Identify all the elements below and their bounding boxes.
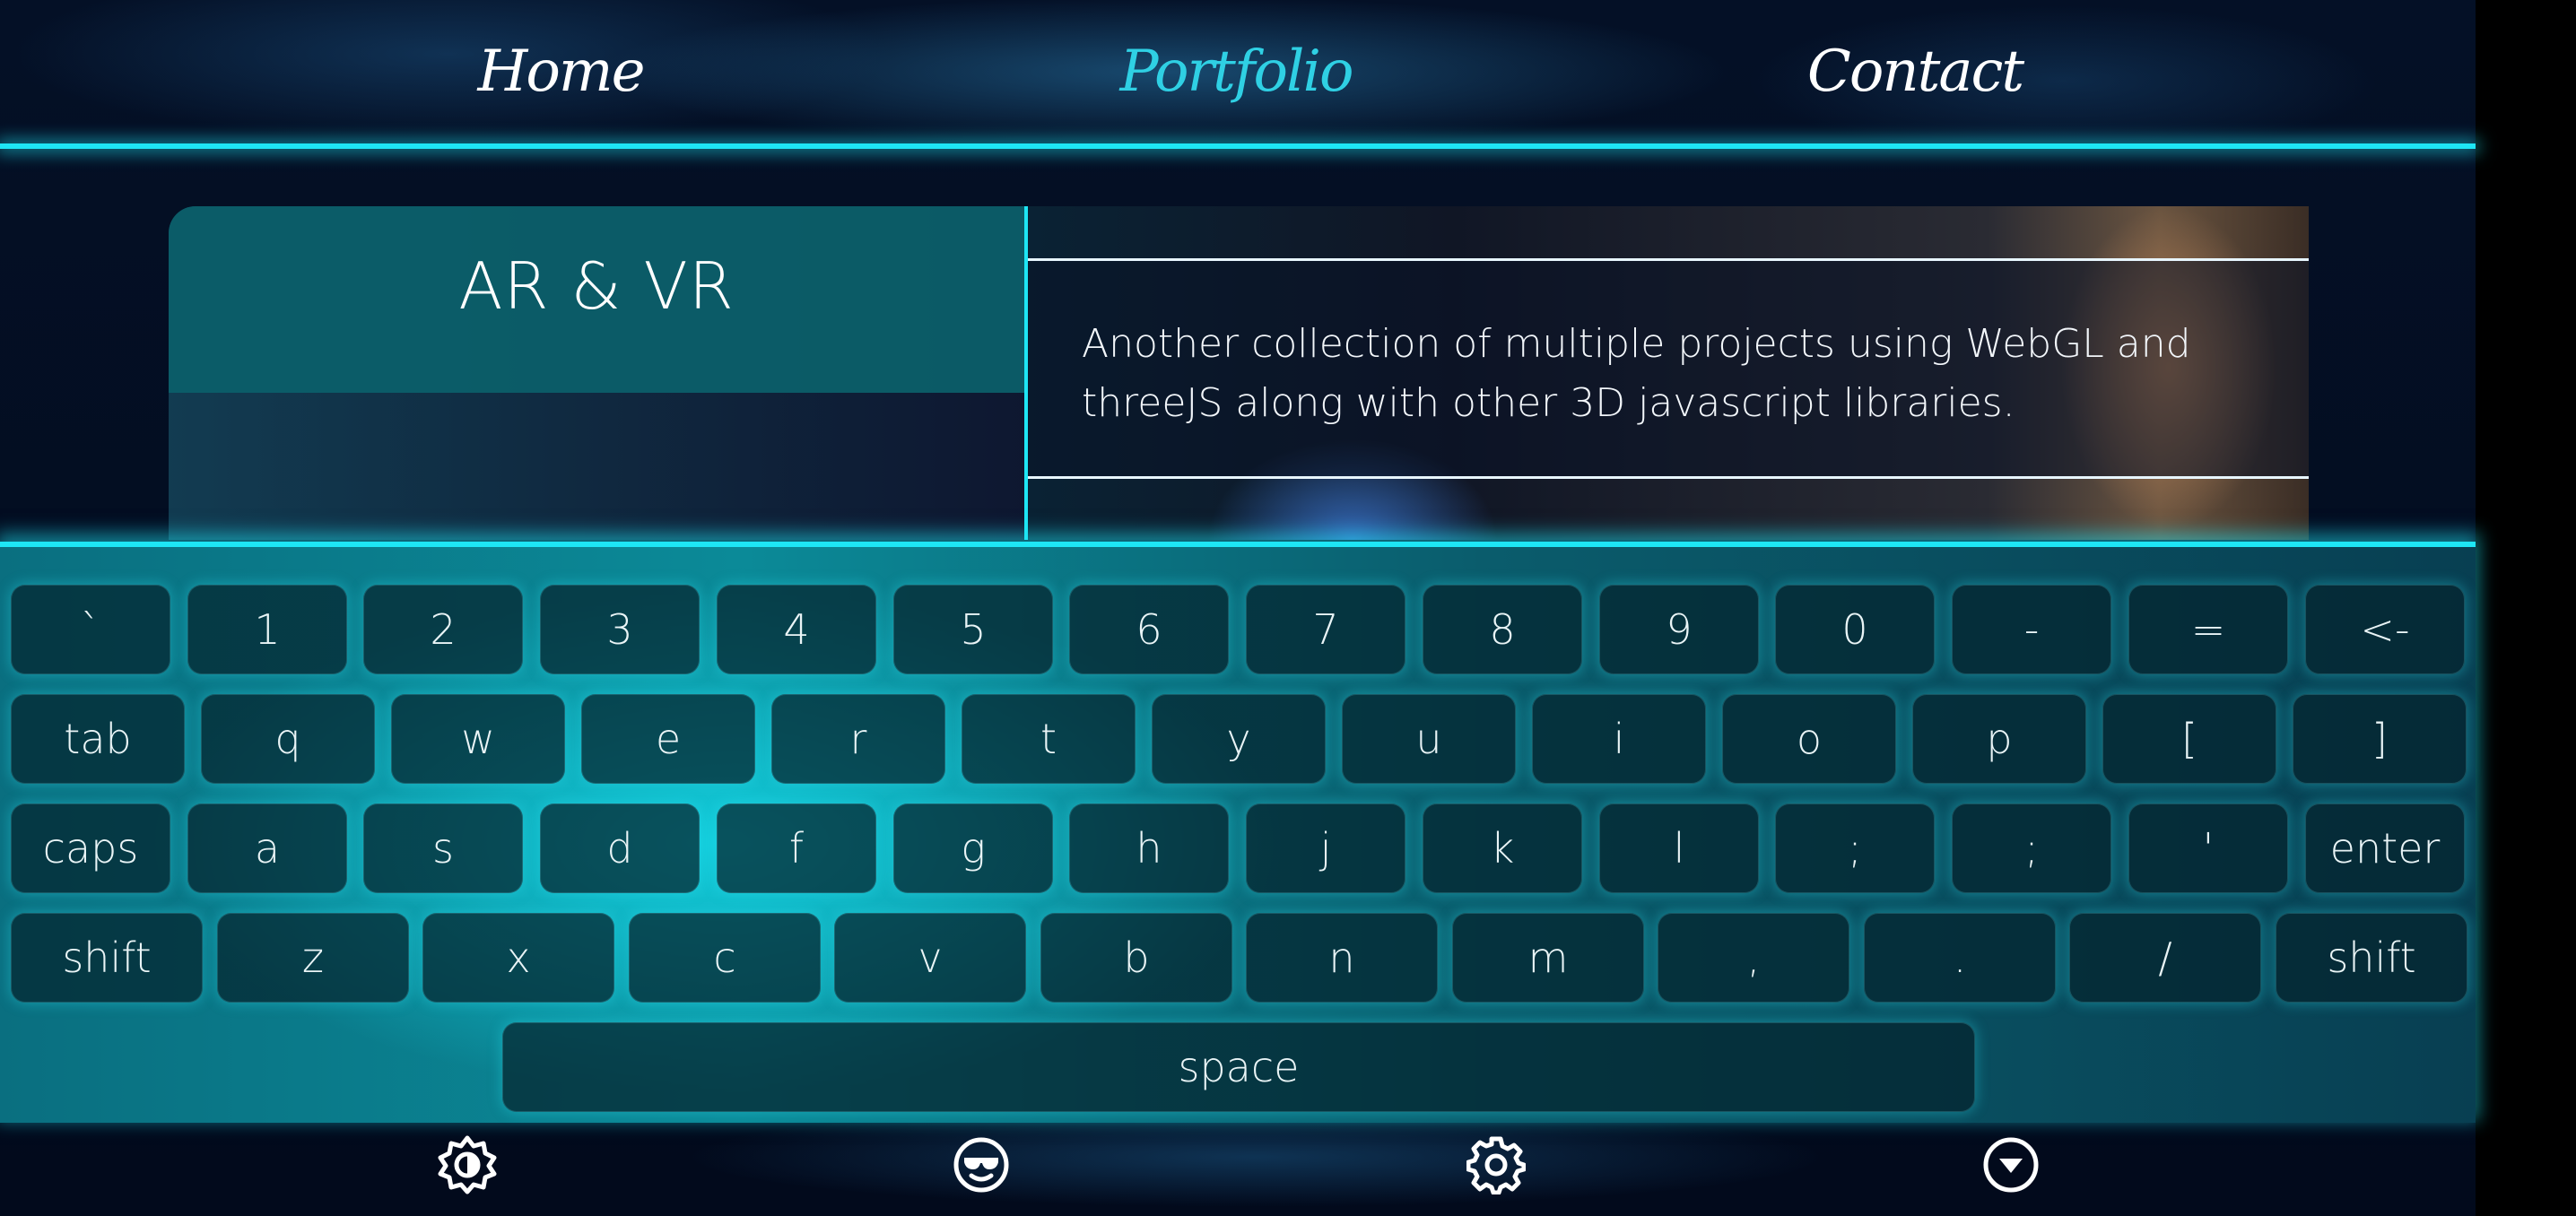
key-e[interactable]: e — [581, 694, 755, 784]
key-m[interactable]: m — [1452, 913, 1644, 1003]
collapse-keyboard-icon[interactable] — [1978, 1132, 2044, 1198]
key-i[interactable]: i — [1532, 694, 1706, 784]
portfolio-card[interactable]: AR & VR Another collection of multiple p… — [169, 206, 2309, 540]
card-image-panel — [169, 393, 1024, 540]
key-u[interactable]: u — [1342, 694, 1516, 784]
key-w[interactable]: w — [391, 694, 565, 784]
key-l[interactable]: l — [1599, 803, 1759, 893]
card-description: Another collection of multiple projects … — [1082, 321, 2191, 426]
keyboard-row-5: space — [0, 1022, 2476, 1112]
key-f[interactable]: f — [717, 803, 876, 893]
key-8[interactable]: 8 — [1423, 585, 1582, 674]
sunglasses-emoji-icon[interactable] — [948, 1132, 1014, 1198]
brightness-icon[interactable] — [434, 1132, 500, 1198]
key-backtick[interactable]: ` — [11, 585, 170, 674]
keyboard-row-4: shift z x c v b n m , . / shift — [0, 913, 2476, 1003]
key-d[interactable]: d — [540, 803, 700, 893]
key-h[interactable]: h — [1069, 803, 1229, 893]
key-4[interactable]: 4 — [717, 585, 876, 674]
key-left-bracket[interactable]: [ — [2102, 694, 2276, 784]
key-v[interactable]: v — [834, 913, 1026, 1003]
key-shift-right[interactable]: shift — [2276, 913, 2467, 1003]
keyboard-row-3: caps a s d f g h j k l ; ; ' enter — [0, 803, 2476, 893]
key-k[interactable]: k — [1423, 803, 1582, 893]
key-z[interactable]: z — [217, 913, 409, 1003]
key-q[interactable]: q — [201, 694, 375, 784]
key-tab[interactable]: tab — [11, 694, 185, 784]
card-title-panel: AR & VR — [169, 206, 1024, 393]
key-j[interactable]: j — [1246, 803, 1405, 893]
key-0[interactable]: 0 — [1775, 585, 1935, 674]
settings-gear-icon[interactable] — [1463, 1132, 1529, 1198]
key-semicolon-2[interactable]: ; — [1952, 803, 2111, 893]
card-title: AR & VR — [458, 248, 735, 324]
key-9[interactable]: 9 — [1599, 585, 1759, 674]
nav-link-portfolio[interactable]: Portfolio — [1101, 18, 1371, 126]
key-backspace[interactable]: <- — [2305, 585, 2465, 674]
key-x[interactable]: x — [422, 913, 614, 1003]
key-slash[interactable]: / — [2069, 913, 2261, 1003]
key-period[interactable]: . — [1864, 913, 2056, 1003]
key-t[interactable]: t — [962, 694, 1136, 784]
key-comma[interactable]: , — [1658, 913, 1849, 1003]
key-minus[interactable]: - — [1952, 585, 2111, 674]
key-n[interactable]: n — [1246, 913, 1438, 1003]
key-p[interactable]: p — [1912, 694, 2086, 784]
key-3[interactable]: 3 — [540, 585, 700, 674]
keyboard-row-2: tab q w e r t y u i o p [ ] — [0, 694, 2476, 784]
key-y[interactable]: y — [1152, 694, 1326, 784]
key-a[interactable]: a — [187, 803, 347, 893]
key-shift-left[interactable]: shift — [11, 913, 203, 1003]
key-equals[interactable]: = — [2128, 585, 2288, 674]
key-7[interactable]: 7 — [1246, 585, 1405, 674]
nav-divider — [0, 143, 2476, 149]
key-r[interactable]: r — [771, 694, 945, 784]
key-2[interactable]: 2 — [363, 585, 523, 674]
key-1[interactable]: 1 — [187, 585, 347, 674]
key-right-bracket[interactable]: ] — [2293, 694, 2467, 784]
key-b[interactable]: b — [1040, 913, 1232, 1003]
key-caps[interactable]: caps — [11, 803, 170, 893]
nav-link-contact[interactable]: Contact — [1780, 18, 2049, 126]
virtual-keyboard: ` 1 2 3 4 5 6 7 8 9 0 - = <- tab q w e r… — [0, 542, 2476, 1123]
key-enter[interactable]: enter — [2305, 803, 2465, 893]
key-6[interactable]: 6 — [1069, 585, 1229, 674]
key-5[interactable]: 5 — [893, 585, 1053, 674]
nav-link-home[interactable]: Home — [426, 18, 695, 126]
right-edge-strip — [2476, 0, 2576, 1216]
key-semicolon[interactable]: ; — [1775, 803, 1935, 893]
keyboard-row-1: ` 1 2 3 4 5 6 7 8 9 0 - = <- — [0, 585, 2476, 674]
key-o[interactable]: o — [1722, 694, 1896, 784]
description-box: Another collection of multiple projects … — [1028, 258, 2309, 479]
key-space[interactable]: space — [502, 1022, 1975, 1112]
key-s[interactable]: s — [363, 803, 523, 893]
key-c[interactable]: c — [629, 913, 821, 1003]
key-g[interactable]: g — [893, 803, 1053, 893]
key-apostrophe[interactable]: ' — [2128, 803, 2288, 893]
